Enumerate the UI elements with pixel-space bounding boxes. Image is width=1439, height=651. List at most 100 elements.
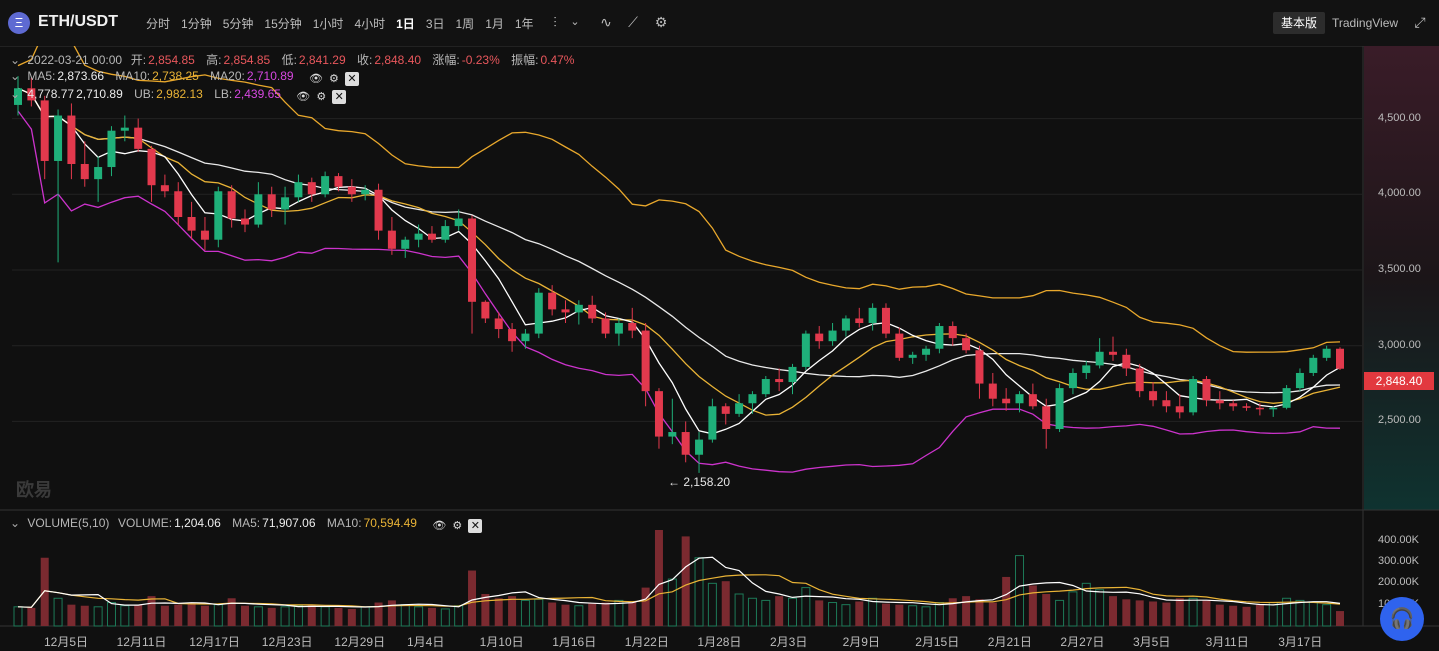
volume-bar [267, 607, 276, 626]
volume-bar [654, 530, 663, 626]
tab-interval-2[interactable]: 5分钟 [223, 15, 254, 32]
basic-mode-button[interactable]: 基本版 [1273, 12, 1326, 34]
tab-interval-4[interactable]: 1小时 [313, 15, 344, 32]
candle-body [1015, 394, 1024, 404]
candle-type-icon[interactable]: ⫶ [546, 13, 564, 31]
ma10-label: MA10: [115, 69, 151, 83]
collapse-chevron-icon[interactable]: ⌄ [10, 53, 20, 67]
candle-body [962, 338, 971, 351]
candle-body [588, 304, 597, 319]
candle-body [494, 318, 503, 330]
candle-body [1135, 368, 1144, 392]
volume-bar [320, 606, 330, 627]
time-axis-tick: 12月11日 [116, 635, 167, 649]
close-icon[interactable]: ✕ [344, 72, 359, 86]
candle-body [895, 333, 904, 358]
candle-body [67, 115, 76, 164]
candle-body [334, 176, 343, 187]
top-toolbar: Ξ ETH/USDT 分时 1分钟 5分钟 15分钟 1小时 4小时 1日 3日 1周 1月 1年 … [0, 0, 1439, 47]
tab-interval-3[interactable]: 15分钟 [264, 15, 301, 32]
time-axis-tick: 1月10日 [479, 635, 524, 649]
volume-bar [454, 605, 464, 627]
low-label: 低: [281, 53, 297, 67]
candle-body [1122, 354, 1131, 369]
time-axis-tick: 2月9日 [842, 635, 880, 649]
drawing-tools-icon[interactable]: ⟋ [624, 13, 642, 31]
candle-body [347, 186, 356, 195]
volume-bar [908, 605, 918, 627]
high-value: 2,854.85 [223, 53, 271, 67]
candle-body [200, 230, 209, 240]
close-icon[interactable]: ✕ [332, 90, 347, 104]
time-axis-tick: 1月28日 [697, 635, 742, 649]
tab-interval-8[interactable]: 1周 [456, 15, 475, 32]
volume-bar [106, 602, 116, 627]
volume-bar [53, 597, 63, 627]
interval-tabs: 分时 1分钟 5分钟 15分钟 1小时 4小时 1日 3日 1周 1月 1年 [146, 15, 545, 32]
settings-gear-icon[interactable]: ⚙ [652, 13, 670, 31]
volume-bar [534, 598, 544, 627]
candle-body [1055, 388, 1064, 429]
gear-icon[interactable]: ⚙ [450, 519, 464, 533]
vol-ma5-label: MA5: [232, 516, 261, 530]
candle-body [1002, 398, 1011, 404]
volume-bar [253, 606, 263, 627]
volume-bar [1215, 604, 1224, 626]
close-icon[interactable]: ✕ [468, 519, 483, 533]
gear-icon[interactable]: ⚙ [314, 90, 328, 104]
candle-body [508, 329, 517, 342]
tab-interval-1[interactable]: 1分钟 [181, 15, 212, 32]
collapse-chevron-icon[interactable]: ⌄ [10, 69, 20, 83]
volume-bar [1122, 599, 1131, 626]
candle-body [668, 432, 677, 437]
fullscreen-icon[interactable]: ⤢ [1411, 13, 1429, 31]
volume-bar [1188, 597, 1198, 627]
tab-interval-5[interactable]: 4小时 [354, 15, 385, 32]
candle-body [708, 406, 717, 440]
volume-bar [160, 605, 169, 626]
candle-body [881, 307, 890, 334]
candle-body [80, 164, 89, 180]
kline-chart[interactable] [0, 46, 1439, 651]
tab-interval-0[interactable]: 分时 [146, 15, 170, 32]
chevron-down-icon[interactable]: ⌄ [566, 13, 584, 31]
time-axis-tick: 12月17日 [189, 635, 240, 649]
eye-icon[interactable]: 👁 [432, 519, 446, 533]
candle-body [401, 239, 410, 249]
candle-body [548, 292, 557, 310]
collapse-chevron-icon[interactable]: ⌄ [10, 516, 20, 530]
volume-bar [561, 604, 570, 626]
indicator-icon[interactable]: ∿ [597, 13, 615, 31]
volume-bar [481, 594, 490, 626]
tab-interval-9[interactable]: 1月 [485, 15, 504, 32]
volume-bar [427, 607, 436, 626]
pair-title[interactable]: ETH/USDT [38, 13, 118, 31]
volume-indicator-label: VOLUME(5,10) [27, 516, 110, 530]
volume-bar [962, 596, 971, 626]
candle-body [160, 185, 169, 192]
candle-body [40, 100, 49, 161]
tradingview-mode-button[interactable]: TradingView [1324, 12, 1406, 34]
tab-interval-7[interactable]: 3日 [426, 15, 445, 32]
volume-bar [347, 608, 356, 626]
collapse-chevron-icon[interactable]: ⌄ [10, 87, 20, 101]
tab-interval-10[interactable]: 1年 [515, 15, 534, 32]
headset-icon[interactable]: 🎧 [1380, 597, 1424, 641]
volume-bar [761, 599, 771, 627]
tab-interval-6[interactable]: 1日 [396, 15, 415, 32]
volume-bar [601, 602, 610, 626]
eye-icon[interactable]: 👁 [296, 90, 310, 104]
eye-icon[interactable]: 👁 [309, 72, 323, 86]
gear-icon[interactable]: ⚙ [327, 72, 341, 86]
candle-body [788, 366, 797, 383]
candle-body [1282, 388, 1291, 408]
volume-axis-tick: 400.00K [1378, 533, 1419, 546]
volume-bar [1242, 606, 1251, 626]
candle-body [281, 197, 290, 210]
candle-body [1322, 348, 1331, 358]
ub-value: 2,982.13 [156, 87, 203, 101]
volume-bar [387, 600, 396, 626]
candle-body [1202, 379, 1211, 401]
candle-body [374, 189, 383, 231]
candle-body [1028, 394, 1037, 407]
